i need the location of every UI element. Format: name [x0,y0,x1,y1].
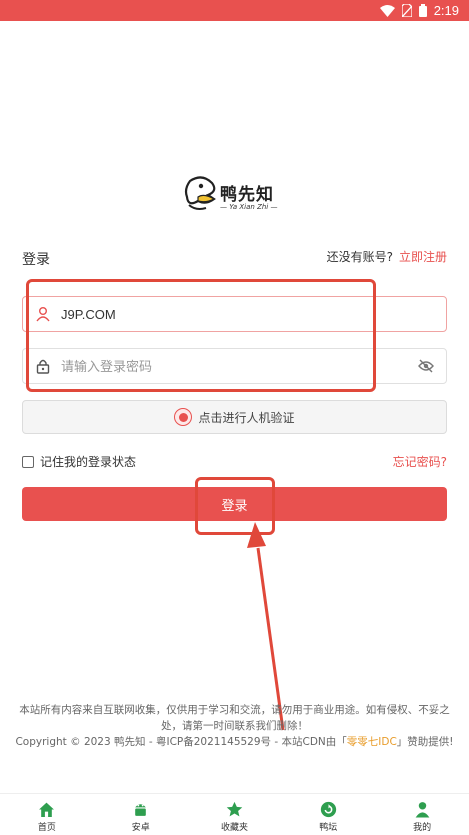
copyright-prefix: Copyright © 2023 鸭先知 - 粤ICP备2021145529号 … [15,736,347,748]
username-field[interactable] [22,296,447,332]
user-icon [36,307,50,322]
android-icon [135,804,146,816]
tab-favorites[interactable]: 收藏夹 [188,794,282,835]
battery-icon [418,4,427,17]
no-sim-icon [401,4,412,17]
user-icon [415,802,429,818]
home-icon [39,802,55,817]
tab-label: 首页 [37,823,56,833]
forgot-password-link[interactable]: 忘记密码? [393,453,447,470]
duck-logo-icon [184,176,216,210]
refresh-circle-icon [320,801,336,818]
bottom-tab-bar: 首页 安卓 收藏夹 鸭坛 我的 [0,793,469,835]
star-icon [226,801,243,817]
remember-me[interactable]: 记住我的登录状态 [22,453,136,470]
tab-profile[interactable]: 我的 [375,794,469,835]
remember-label: 记住我的登录状态 [40,455,137,469]
site-footer: 本站所有内容来自互联网收集，仅供用于学习和交流，请勿用于商业用途。如有侵权、不妥… [10,702,459,750]
username-input[interactable] [61,301,431,327]
login-button[interactable]: 登录 [22,487,447,521]
tab-label: 我的 [413,823,432,833]
copyright-suffix: 」赞助提供! [396,736,454,748]
login-title: 登录 [22,252,50,268]
brand-name: 鸭先知 [220,185,274,205]
status-bar: 2:19 [0,0,469,21]
tab-home[interactable]: 首页 [0,794,94,835]
password-input[interactable] [61,353,431,379]
cdn-sponsor-link[interactable]: 零零七IDC [347,736,397,748]
brand-logo: 鸭先知 — Ya Xian Zhi — [184,175,288,215]
register-prompt: 还没有账号? 立即注册 [327,248,447,265]
footer-notice: 本站所有内容来自互联网收集，仅供用于学习和交流，请勿用于商业用途。如有侵权、不妥… [19,704,450,732]
login-button-label: 登录 [221,498,248,514]
captcha-radio-icon [174,408,193,426]
eye-off-icon[interactable] [418,359,434,373]
wifi-icon [379,4,395,17]
remember-checkbox[interactable] [22,455,34,468]
tab-android[interactable]: 安卓 [94,794,188,835]
captcha-label: 点击进行人机验证 [198,410,295,425]
no-account-text: 还没有账号? [326,250,393,264]
password-field[interactable] [22,348,447,384]
tab-forum[interactable]: 鸭坛 [281,794,375,835]
lock-icon [36,359,50,374]
tab-label: 鸭坛 [319,823,338,833]
captcha-button[interactable]: 点击进行人机验证 [22,400,447,434]
tab-label: 收藏夹 [220,823,248,833]
status-time: 2:19 [433,3,459,18]
footer-copyright: Copyright © 2023 鸭先知 - 粤ICP备2021145529号 … [10,734,459,750]
brand-subtitle: — Ya Xian Zhi — [220,203,278,211]
tab-label: 安卓 [131,823,150,833]
register-link[interactable]: 立即注册 [399,250,447,264]
